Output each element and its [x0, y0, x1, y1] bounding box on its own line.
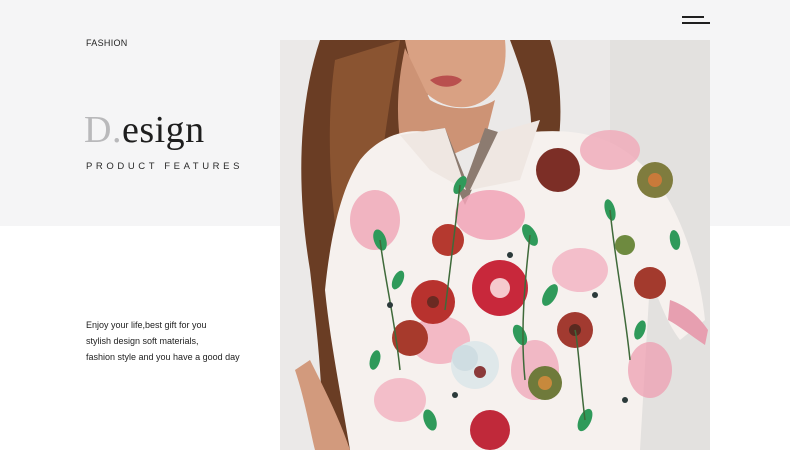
description-line: Enjoy your life,best gift for you: [86, 320, 207, 330]
menu-bar-bottom: [682, 22, 710, 24]
title-rest: esign: [121, 109, 205, 151]
menu-bar-top: [682, 16, 704, 18]
product-photo: [280, 40, 710, 450]
page-subtitle: PRODUCT FEATURES: [86, 161, 244, 172]
floral-top-illustration: [280, 40, 710, 450]
title-dot: .: [111, 109, 122, 151]
description-line: stylish design soft materials,: [86, 335, 199, 346]
title-initial: D: [84, 109, 112, 151]
section-label: FASHION: [86, 38, 128, 48]
page-title: D.esign: [84, 108, 205, 152]
hamburger-menu-icon[interactable]: [682, 15, 710, 26]
product-description: Enjoy your life,best gift for you stylis…: [86, 318, 276, 365]
description-line: fashion style and you have a good day: [86, 351, 240, 362]
